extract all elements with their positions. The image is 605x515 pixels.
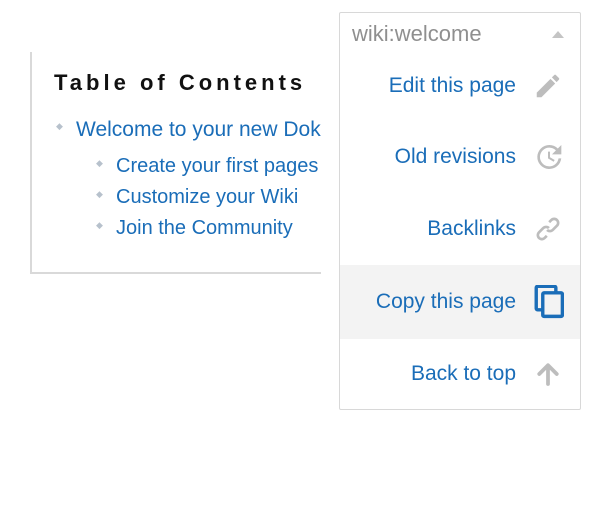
menu-item-revisions[interactable]: Old revisions [340, 121, 580, 193]
panel-header: wiki:welcome [340, 13, 580, 51]
copy-icon [530, 285, 566, 319]
menu-label: Backlinks [358, 217, 530, 241]
menu-label: Back to top [358, 362, 530, 386]
menu-label: Copy this page [358, 290, 530, 314]
toc-link[interactable]: Create your first pages [116, 155, 318, 177]
menu-label: Old revisions [358, 145, 530, 169]
page-tools-panel: wiki:welcome Edit this page Old revision… [339, 12, 581, 410]
menu-item-copy[interactable]: Copy this page [340, 265, 580, 339]
toc-link[interactable]: Join the Community [116, 217, 293, 239]
pencil-icon [530, 71, 566, 101]
toc-link[interactable]: Welcome to your new DokuWiki [76, 118, 372, 141]
toc-link[interactable]: Customize your Wiki [116, 186, 298, 208]
panel-title: wiki:welcome [352, 21, 482, 47]
menu-item-backlinks[interactable]: Backlinks [340, 193, 580, 265]
chevron-up-icon [550, 28, 566, 40]
arrow-up-icon [530, 359, 566, 389]
menu-item-edit[interactable]: Edit this page [340, 51, 580, 121]
collapse-button[interactable] [550, 28, 566, 40]
link-icon [530, 213, 566, 245]
menu-label: Edit this page [358, 74, 530, 98]
history-icon [530, 141, 566, 173]
menu-item-top[interactable]: Back to top [340, 339, 580, 409]
